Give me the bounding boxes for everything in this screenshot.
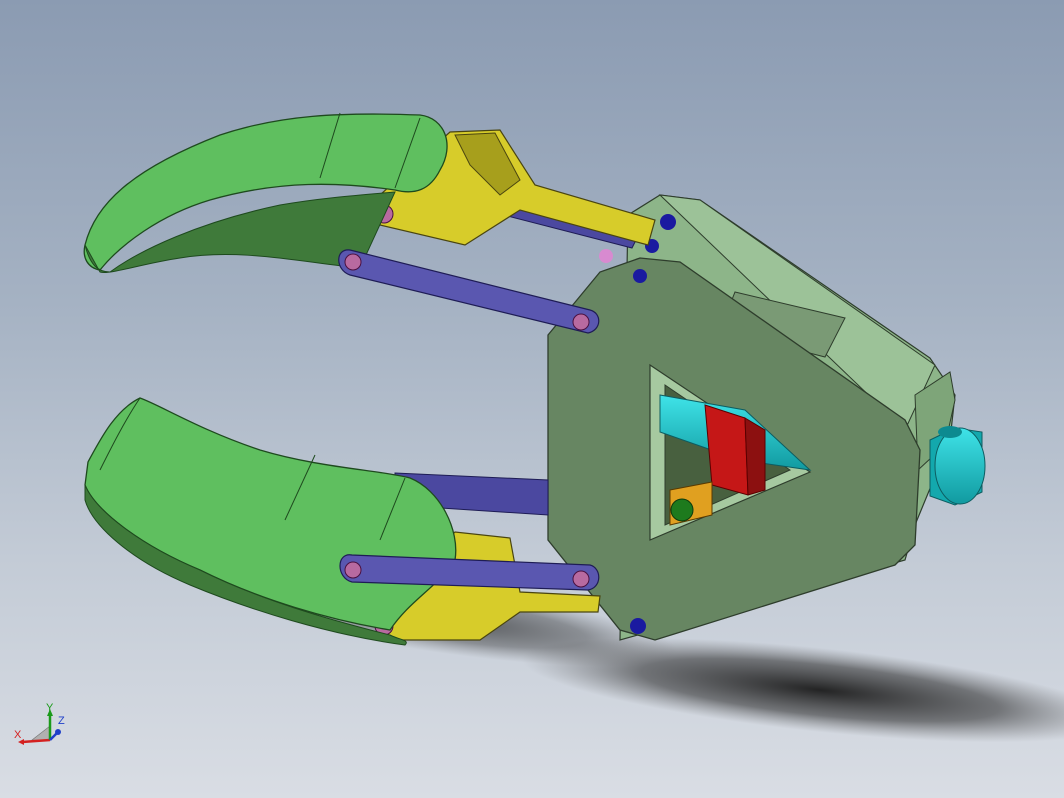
pin-icon — [660, 214, 676, 230]
pin-icon — [630, 618, 646, 634]
cam-follower-icon — [670, 498, 694, 522]
pin-icon — [344, 253, 362, 271]
triad-z-label: Z — [58, 715, 65, 727]
pin-icon — [344, 561, 362, 579]
triad-axes-icon — [18, 709, 61, 745]
gripper-model[interactable] — [0, 0, 1064, 798]
pin-icon — [572, 313, 590, 331]
triad-y-label: Y — [46, 702, 54, 714]
pin-icon — [572, 570, 590, 588]
graphics-viewport[interactable]: X Y Z — [0, 0, 1064, 798]
triad-x-label: X — [14, 729, 22, 741]
pin-icon — [599, 249, 613, 263]
input-shaft[interactable] — [929, 426, 986, 506]
lower-jaw[interactable] — [84, 397, 601, 646]
reference-triad: X Y Z — [8, 700, 72, 756]
pin-icon — [633, 269, 647, 283]
upper-jaw[interactable] — [83, 112, 656, 334]
